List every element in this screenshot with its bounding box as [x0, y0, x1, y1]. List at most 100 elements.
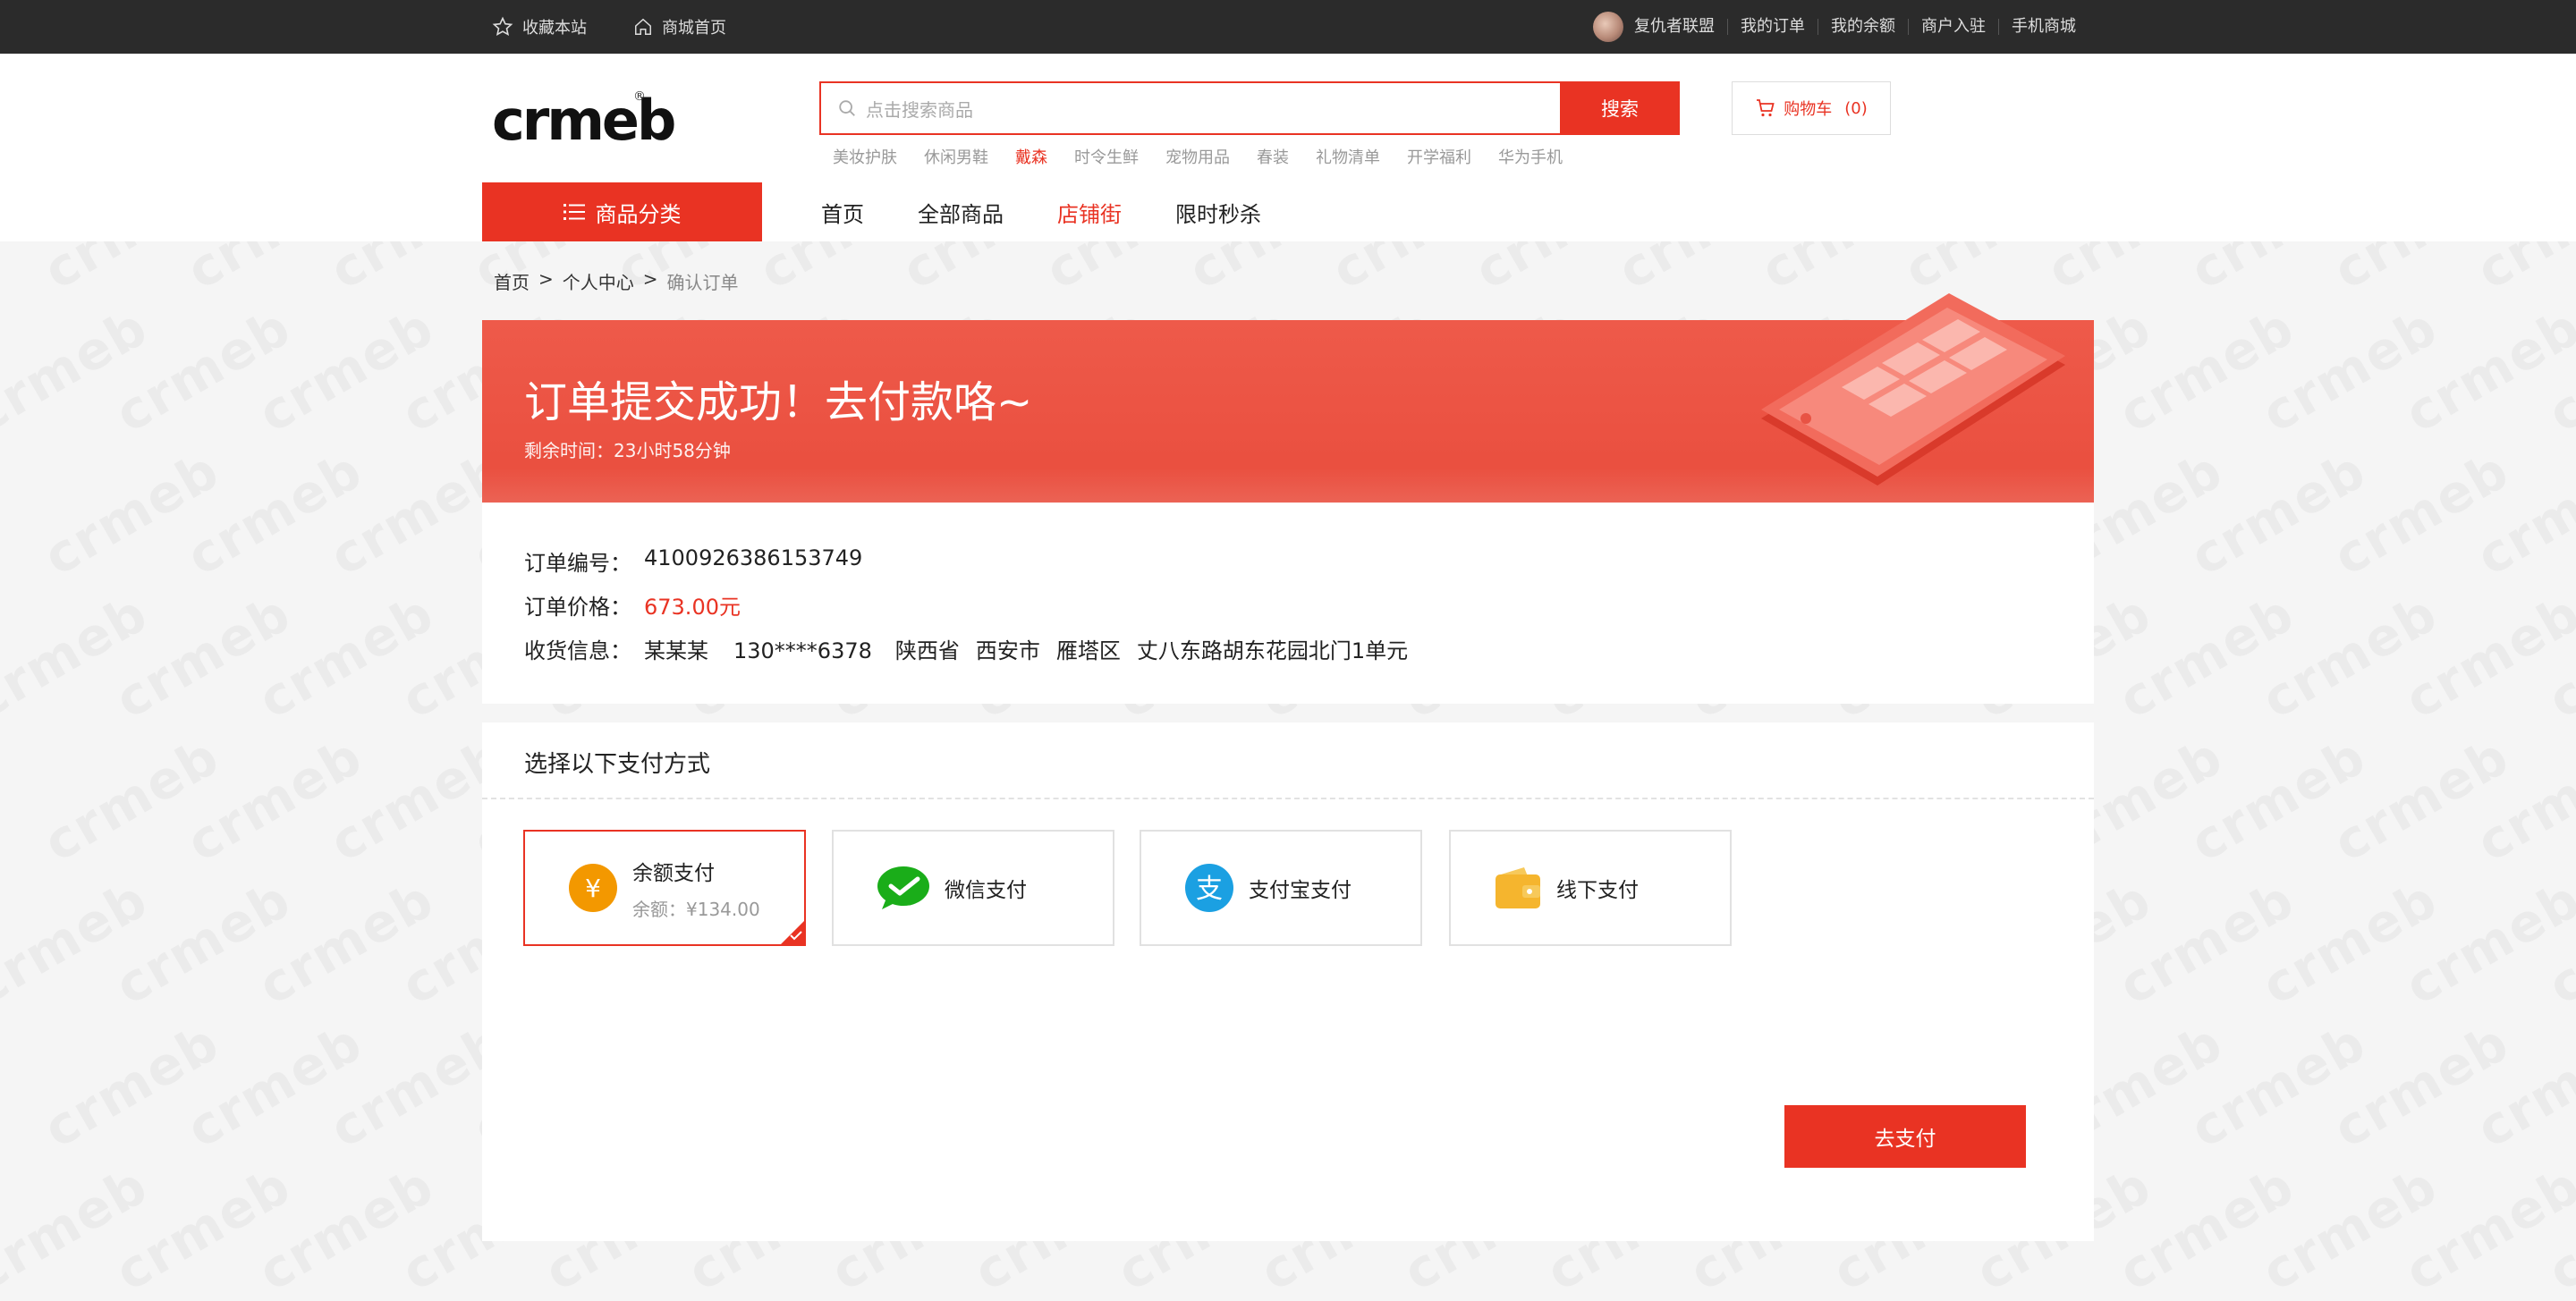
my-balance-link[interactable]: 我的余额 — [1818, 19, 1908, 35]
username-link[interactable]: 复仇者联盟 — [1634, 19, 1727, 35]
mobile-mall-link[interactable]: 手机商城 — [1998, 19, 2089, 35]
svg-text:支: 支 — [1196, 874, 1223, 905]
order-info-card: 订单编号： 4100926386153749 订单价格： 673.00元 收货信… — [482, 503, 2094, 704]
watermark-text: crmeb — [2251, 868, 2448, 1017]
pay-option-label: 余额支付 — [632, 861, 715, 885]
watermark-text: crmeb — [2538, 1154, 2576, 1301]
logo[interactable]: crmeb ® — [492, 89, 676, 152]
breadcrumb-separator: > — [538, 268, 554, 290]
watermark-text: crmeb — [2251, 1154, 2448, 1301]
category-label: 商品分类 — [595, 201, 682, 227]
site-header: crmeb ® 点击搜索商品 搜索 美妆护肤 休闲男鞋 戴森 时令生鲜 宠物用品 春装 礼物… — [0, 54, 2576, 241]
hot-keyword[interactable]: 华为手机 — [1498, 145, 1563, 168]
breadcrumb-user-center[interactable]: 个人中心 — [563, 268, 634, 294]
hot-keyword[interactable]: 宠物用品 — [1165, 145, 1230, 168]
cart-button[interactable]: 购物车 (0) — [1732, 81, 1891, 135]
nav-store-street[interactable]: 店铺街 — [1057, 197, 1122, 228]
watermark-text: crmeb — [248, 1154, 445, 1301]
home-link[interactable]: 商城首页 — [633, 15, 726, 38]
star-icon — [492, 16, 513, 37]
watermark-text: crmeb — [2108, 1154, 2305, 1301]
hot-keywords: 美妆护肤 休闲男鞋 戴森 时令生鲜 宠物用品 春装 礼物清单 开学福利 华为手机 — [833, 145, 1589, 168]
watermark-text: crmeb — [176, 1011, 373, 1160]
watermark-text: crmeb — [248, 296, 445, 444]
watermark-text: crmeb — [176, 725, 373, 874]
watermark-text: crmeb — [2538, 582, 2576, 731]
watermark-text: crmeb — [176, 439, 373, 587]
watermark-text: crmeb — [2108, 582, 2305, 731]
watermark-text: crmeb — [105, 296, 301, 444]
watermark-text: crmeb — [2323, 1011, 2520, 1160]
pay-option-balance[interactable]: ¥ 余额支付 余额：¥134.00 — [523, 830, 806, 946]
address-street: 丈八东路胡东花园北门1单元 — [1136, 638, 1409, 663]
order-price-label: 订单价格： — [524, 595, 631, 620]
watermark-text: crmeb — [2180, 1011, 2377, 1160]
hot-keyword[interactable]: 时令生鲜 — [1074, 145, 1139, 168]
watermark-text: crmeb — [2466, 439, 2576, 587]
address-district: 雁塔区 — [1055, 638, 1121, 663]
pay-option-wechat[interactable]: 微信支付 — [832, 830, 1114, 946]
nav-flash-sale[interactable]: 限时秒杀 — [1175, 197, 1261, 228]
cart-icon — [1757, 99, 1775, 117]
watermark-text: crmeb — [2394, 582, 2576, 731]
merchant-join-link[interactable]: 商户入驻 — [1908, 19, 1998, 35]
hot-keyword[interactable]: 休闲男鞋 — [924, 145, 988, 168]
watermark-text: crmeb — [33, 1011, 230, 1160]
search-placeholder: 点击搜索商品 — [866, 98, 973, 121]
hot-keyword[interactable]: 礼物清单 — [1316, 145, 1380, 168]
check-icon — [790, 931, 802, 941]
phone-illustration-icon — [1761, 293, 2065, 486]
hot-keyword[interactable]: 春装 — [1257, 145, 1289, 168]
search-button[interactable]: 搜索 — [1560, 81, 1680, 135]
dashed-divider — [482, 798, 2094, 799]
wechat-icon — [877, 866, 929, 909]
order-price-value: 673.00元 — [644, 595, 741, 620]
hot-keyword[interactable]: 美妆护肤 — [833, 145, 897, 168]
hot-keyword[interactable]: 开学福利 — [1407, 145, 1471, 168]
watermark-text: crmeb — [0, 296, 158, 444]
watermark-text: crmeb — [2251, 582, 2448, 731]
breadcrumb: 首页 > 个人中心 > 确认订单 — [494, 268, 739, 294]
shipping-info-label: 收货信息： — [524, 638, 631, 663]
order-number-label: 订单编号： — [524, 551, 631, 576]
shipping-address: 某某某 130****6378 陕西省 西安市 雁塔区 丈八东路胡东花园北门1单元 — [644, 633, 1424, 664]
remaining-time: 剩余时间：23小时58分钟 — [524, 440, 731, 461]
home-label: 商城首页 — [662, 19, 726, 38]
watermark-text: crmeb — [2394, 296, 2576, 444]
banner-title: 订单提交成功！去付款咯~ — [524, 377, 1033, 427]
address-city: 西安市 — [975, 638, 1040, 663]
search-input[interactable]: 点击搜索商品 — [819, 81, 1560, 135]
breadcrumb-home[interactable]: 首页 — [494, 268, 530, 294]
nav-all-products[interactable]: 全部商品 — [918, 197, 1004, 228]
payment-title: 选择以下支付方式 — [524, 751, 711, 778]
watermark-text: crmeb — [105, 582, 301, 731]
go-pay-button[interactable]: 去支付 — [1784, 1105, 2026, 1168]
search-bar: 点击搜索商品 搜索 — [819, 81, 1680, 135]
watermark-text: crmeb — [2538, 296, 2576, 444]
hot-keyword[interactable]: 戴森 — [1015, 145, 1047, 168]
watermark-text: crmeb — [248, 582, 445, 731]
watermark-text: crmeb — [2108, 296, 2305, 444]
avatar[interactable] — [1593, 12, 1623, 42]
breadcrumb-current: 确认订单 — [666, 272, 739, 293]
home-icon — [635, 18, 651, 35]
pay-option-alipay[interactable]: 支 支付宝支付 — [1140, 830, 1422, 946]
nav-links: 首页 全部商品 店铺街 限时秒杀 — [821, 197, 1315, 228]
nav-home[interactable]: 首页 — [821, 197, 864, 228]
watermark-text: crmeb — [2466, 1011, 2576, 1160]
balance-amount: 余额：¥134.00 — [632, 898, 760, 920]
my-orders-link[interactable]: 我的订单 — [1727, 19, 1818, 35]
watermark-text: crmeb — [105, 1154, 301, 1301]
pay-option-offline[interactable]: 线下支付 — [1449, 830, 1732, 946]
favorite-link[interactable]: 收藏本站 — [492, 15, 587, 38]
list-icon — [563, 204, 585, 220]
search-icon — [839, 100, 855, 116]
order-number-value: 4100926386153749 — [644, 545, 863, 570]
balance-icon: ¥ — [569, 864, 617, 912]
main-nav: 商品分类 首页 全部商品 店铺街 限时秒杀 — [482, 182, 1315, 241]
cart-label: 购物车 — [1784, 100, 1833, 119]
watermark-text: crmeb — [2538, 868, 2576, 1017]
success-banner: 订单提交成功！去付款咯~ 剩余时间：23小时58分钟 — [482, 293, 2094, 503]
category-menu-button[interactable]: 商品分类 — [482, 182, 762, 241]
watermark-text: crmeb — [33, 725, 230, 874]
